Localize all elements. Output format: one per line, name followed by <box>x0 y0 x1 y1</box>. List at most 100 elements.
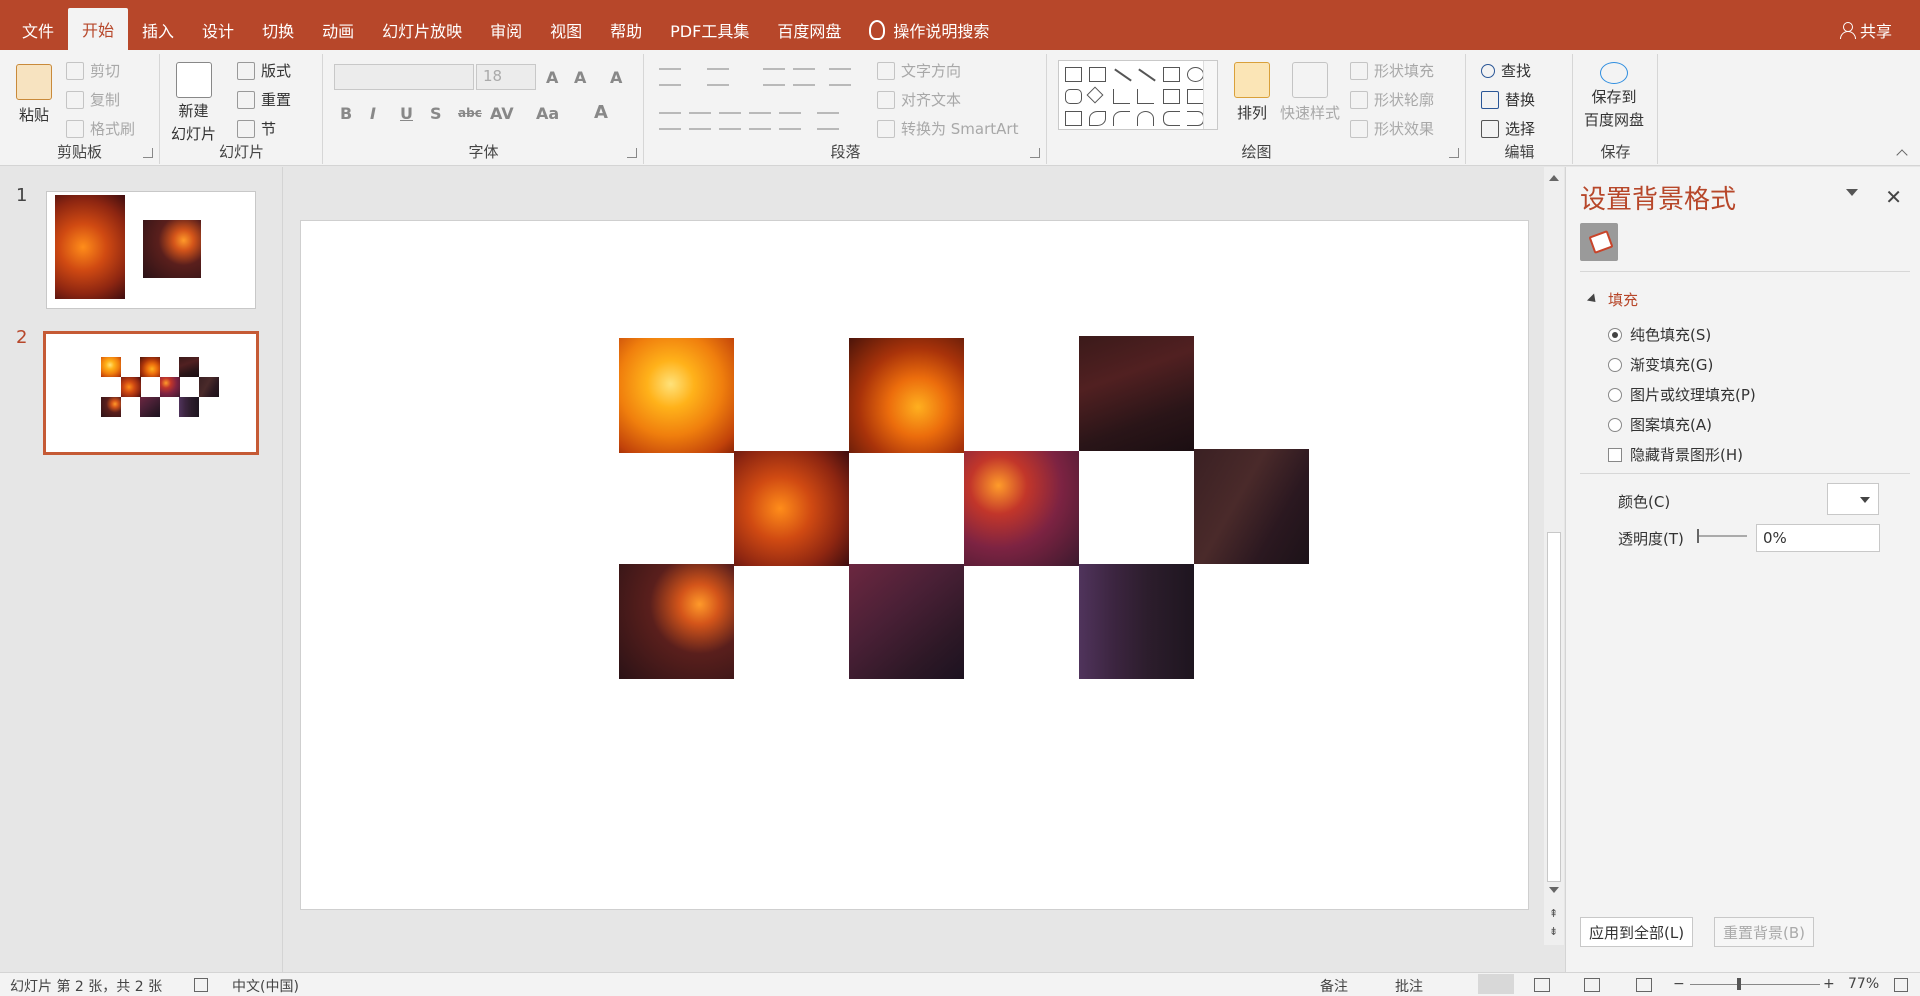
fill-tab-icon[interactable] <box>1580 223 1618 261</box>
new-slide-button[interactable]: 新建 幻灯片 <box>171 62 216 144</box>
decrease-indent-icon[interactable] <box>763 68 785 86</box>
menu-tab[interactable]: 帮助 <box>596 10 656 50</box>
shape-fill-button[interactable]: 形状填充 <box>1350 60 1434 81</box>
menu-tab[interactable]: 视图 <box>536 10 596 50</box>
change-case-icon[interactable]: Aa <box>536 104 559 123</box>
rounded-rect-shape-icon[interactable] <box>1065 89 1082 104</box>
char-spacing-icon[interactable]: AV <box>490 104 514 123</box>
transparency-input[interactable]: 0% <box>1756 524 1880 552</box>
apply-to-all-button[interactable]: 应用到全部(L) <box>1580 917 1694 947</box>
textbox-shape-icon[interactable] <box>1065 67 1082 82</box>
gradient-fill-option[interactable]: 渐变填充(G) <box>1608 354 1713 375</box>
menu-tab[interactable]: 审阅 <box>476 10 536 50</box>
shrink-font-icon[interactable]: A <box>574 68 586 87</box>
italic-icon[interactable]: I <box>370 104 376 123</box>
copy-button[interactable]: 复制 <box>66 89 120 110</box>
menu-tab[interactable]: 文件 <box>8 10 68 50</box>
clear-format-icon[interactable]: A <box>610 68 622 87</box>
format-painter-button[interactable]: 格式刷 <box>66 118 135 139</box>
hide-bg-checkbox[interactable] <box>1608 447 1622 462</box>
menu-tab[interactable]: 百度网盘 <box>763 10 855 50</box>
font-launcher-icon[interactable] <box>627 148 637 158</box>
lava-tile-8[interactable] <box>849 564 964 679</box>
transparency-slider[interactable] <box>1697 529 1747 543</box>
justify-icon[interactable] <box>749 112 771 130</box>
slide-thumbnail-1[interactable] <box>46 191 256 309</box>
rectangle-shape-icon[interactable] <box>1163 67 1180 82</box>
zoom-in-icon[interactable]: + <box>1823 976 1835 992</box>
font-size-combo[interactable]: 18 <box>476 64 536 90</box>
zoom-slider[interactable] <box>1690 984 1820 985</box>
strikethrough-icon[interactable]: abc <box>458 106 482 120</box>
share-button[interactable]: 共享 <box>1839 18 1892 42</box>
reset-background-button[interactable]: 重置背景(B) <box>1714 917 1814 947</box>
menu-tab[interactable]: 设计 <box>188 10 248 50</box>
down-arrow-shape-icon[interactable] <box>1187 89 1204 104</box>
scroll-up-icon[interactable] <box>1549 175 1559 181</box>
line-spacing-icon[interactable] <box>829 68 851 86</box>
slide-sorter-icon[interactable] <box>1534 978 1550 992</box>
shapes-gallery[interactable] <box>1058 60 1218 130</box>
lava-tile-5[interactable] <box>964 451 1079 566</box>
clipboard-launcher-icon[interactable] <box>143 148 153 158</box>
arc-shape-icon[interactable] <box>1113 111 1130 126</box>
right-arrow-shape-icon[interactable] <box>1163 89 1180 104</box>
pattern-fill-option[interactable]: 图案填充(A) <box>1608 414 1712 435</box>
reset-button[interactable]: 重置 <box>237 89 291 110</box>
shape-outline-button[interactable]: 形状轮廓 <box>1350 89 1434 110</box>
replace-button[interactable]: 替换 <box>1481 89 1535 110</box>
spellcheck-icon[interactable] <box>194 978 208 992</box>
align-right-icon[interactable] <box>719 112 741 130</box>
comments-button[interactable]: 批注 <box>1395 976 1423 996</box>
increase-indent-icon[interactable] <box>793 68 815 86</box>
slide-vertical-scrollbar[interactable]: ⇞ ⇟ <box>1544 167 1564 945</box>
right-brace-icon[interactable] <box>1187 111 1204 126</box>
columns-icon[interactable] <box>817 112 839 130</box>
zoom-slider-knob[interactable] <box>1737 978 1741 990</box>
text-direction-button[interactable]: 文字方向 <box>877 60 961 81</box>
picture-fill-option[interactable]: 图片或纹理填充(P) <box>1608 384 1756 405</box>
paragraph-launcher-icon[interactable] <box>1030 148 1040 158</box>
solid-fill-option[interactable]: 纯色填充(S) <box>1608 324 1711 345</box>
color-picker-button[interactable] <box>1827 483 1879 515</box>
arrange-button[interactable]: 排列 <box>1234 62 1270 123</box>
scroll-down-icon[interactable] <box>1549 887 1559 893</box>
shape-effects-button[interactable]: 形状效果 <box>1350 118 1434 139</box>
shadow-icon[interactable]: S <box>430 104 442 123</box>
lava-tile-2[interactable] <box>849 338 964 453</box>
slide-thumbnail-2[interactable] <box>43 331 259 455</box>
underline-icon[interactable]: U <box>400 104 413 123</box>
menu-tab[interactable]: 幻灯片放映 <box>368 10 476 50</box>
lava-tile-6[interactable] <box>1194 449 1309 564</box>
align-left-icon[interactable] <box>659 112 681 130</box>
shapes-more-icon[interactable] <box>1203 61 1217 129</box>
zoom-out-icon[interactable]: − <box>1673 976 1685 992</box>
align-center-icon[interactable] <box>689 112 711 130</box>
elbow-connector-icon[interactable] <box>1113 89 1130 104</box>
scribble-shape-icon[interactable] <box>1089 111 1106 126</box>
menu-tab[interactable]: 切换 <box>248 10 308 50</box>
menu-tab[interactable]: 动画 <box>308 10 368 50</box>
previous-slide-icon[interactable]: ⇞ <box>1549 907 1558 920</box>
drawing-launcher-icon[interactable] <box>1449 148 1459 158</box>
distributed-icon[interactable] <box>779 112 801 130</box>
grow-font-icon[interactable]: A <box>546 68 558 87</box>
reading-view-icon[interactable] <box>1584 978 1600 992</box>
quick-styles-button[interactable]: 快速样式 <box>1280 62 1340 123</box>
close-icon[interactable]: ✕ <box>1885 185 1902 209</box>
cut-button[interactable]: 剪切 <box>66 60 120 81</box>
radio-solid[interactable] <box>1608 327 1622 342</box>
arrow-shape-icon[interactable] <box>1138 68 1156 82</box>
tell-me-search[interactable]: 操作说明搜索 <box>855 10 1003 50</box>
notes-button[interactable]: 备注 <box>1320 976 1348 996</box>
zoom-level[interactable]: 77% <box>1848 976 1879 992</box>
lava-tile-9[interactable] <box>1079 564 1194 679</box>
convert-smartart-button[interactable]: 转换为 SmartArt <box>877 118 1018 139</box>
vertical-textbox-shape-icon[interactable] <box>1089 67 1106 82</box>
pane-options-icon[interactable] <box>1846 189 1858 196</box>
lava-tile-7[interactable] <box>619 564 734 679</box>
fill-section-header[interactable]: 填充 <box>1586 289 1638 310</box>
bold-icon[interactable]: B <box>340 104 352 123</box>
layout-button[interactable]: 版式 <box>237 60 291 81</box>
menu-tab[interactable]: 插入 <box>128 10 188 50</box>
